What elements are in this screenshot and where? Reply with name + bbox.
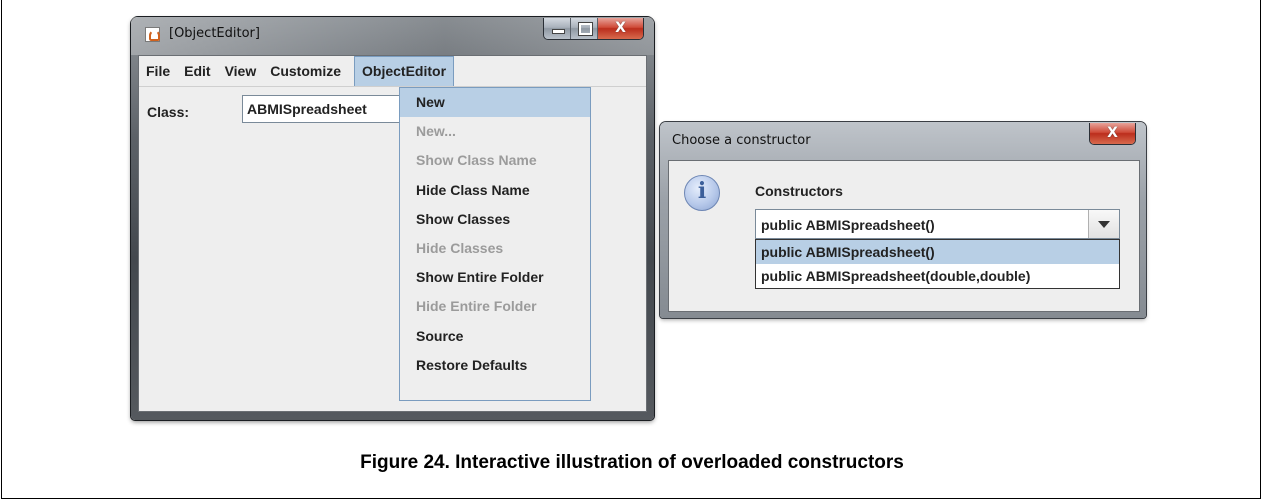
class-field[interactable]: ABMISpreadsheet [242, 95, 412, 123]
menu-item-hide-classes[interactable]: Hide Classes [400, 234, 590, 263]
combobox-value: public ABMISpreadsheet() [761, 217, 935, 233]
class-value: ABMISpreadsheet [247, 101, 367, 117]
dialog-client: i Constructors public ABMISpreadsheet() … [668, 160, 1140, 312]
menu-file[interactable]: File [139, 56, 177, 86]
caption-buttons: X [543, 18, 644, 40]
dialog-caption-buttons: X [1089, 123, 1136, 145]
menu-item-show-classes[interactable]: Show Classes [400, 205, 590, 234]
objecteditor-dropdown-menu: New New... Show Class Name Hide Class Na… [399, 87, 591, 401]
menu-bar: File Edit View Customize ObjectEditor [139, 56, 646, 87]
class-label: Class: [147, 104, 190, 120]
menu-item-show-class-name[interactable]: Show Class Name [400, 146, 590, 175]
close-button[interactable]: X [598, 18, 643, 39]
maximize-button[interactable] [571, 18, 598, 39]
title-bar[interactable]: [ObjectEditor] X [131, 17, 654, 55]
chevron-down-icon[interactable] [1088, 210, 1119, 238]
java-coffee-icon [145, 27, 160, 42]
minimize-button[interactable] [544, 18, 571, 39]
menu-item-hide-class-name[interactable]: Hide Class Name [400, 176, 590, 205]
menu-item-new-dialog[interactable]: New... [400, 117, 590, 146]
menu-item-show-entire-folder[interactable]: Show Entire Folder [400, 263, 590, 292]
menu-edit[interactable]: Edit [177, 56, 217, 86]
dialog-title: Choose a constructor [672, 133, 811, 148]
menu-item-restore-defaults[interactable]: Restore Defaults [400, 351, 590, 380]
menu-objecteditor[interactable]: ObjectEditor [354, 56, 455, 86]
window-title: [ObjectEditor] [169, 26, 260, 41]
info-icon: i [684, 175, 720, 211]
figure-caption: Figure 24. Interactive illustration of o… [360, 452, 904, 473]
constructor-list: public ABMISpreadsheet() public ABMISpre… [755, 239, 1120, 289]
menu-item-hide-entire-folder[interactable]: Hide Entire Folder [400, 292, 590, 321]
menu-item-new[interactable]: New [400, 88, 590, 118]
dialog-close-button[interactable]: X [1090, 123, 1135, 144]
choose-constructor-dialog: Choose a constructor X i Constructors pu… [660, 122, 1146, 318]
constructor-option[interactable]: public ABMISpreadsheet(double,double) [756, 264, 1119, 288]
menu-view[interactable]: View [218, 56, 264, 86]
constructor-combobox[interactable]: public ABMISpreadsheet() [755, 209, 1120, 239]
menu-item-source[interactable]: Source [400, 322, 590, 351]
close-icon: X [1107, 125, 1118, 141]
constructors-label: Constructors [755, 183, 843, 199]
close-icon: X [615, 20, 626, 36]
constructor-option[interactable]: public ABMISpreadsheet() [756, 240, 1119, 264]
menu-customize[interactable]: Customize [263, 56, 348, 86]
